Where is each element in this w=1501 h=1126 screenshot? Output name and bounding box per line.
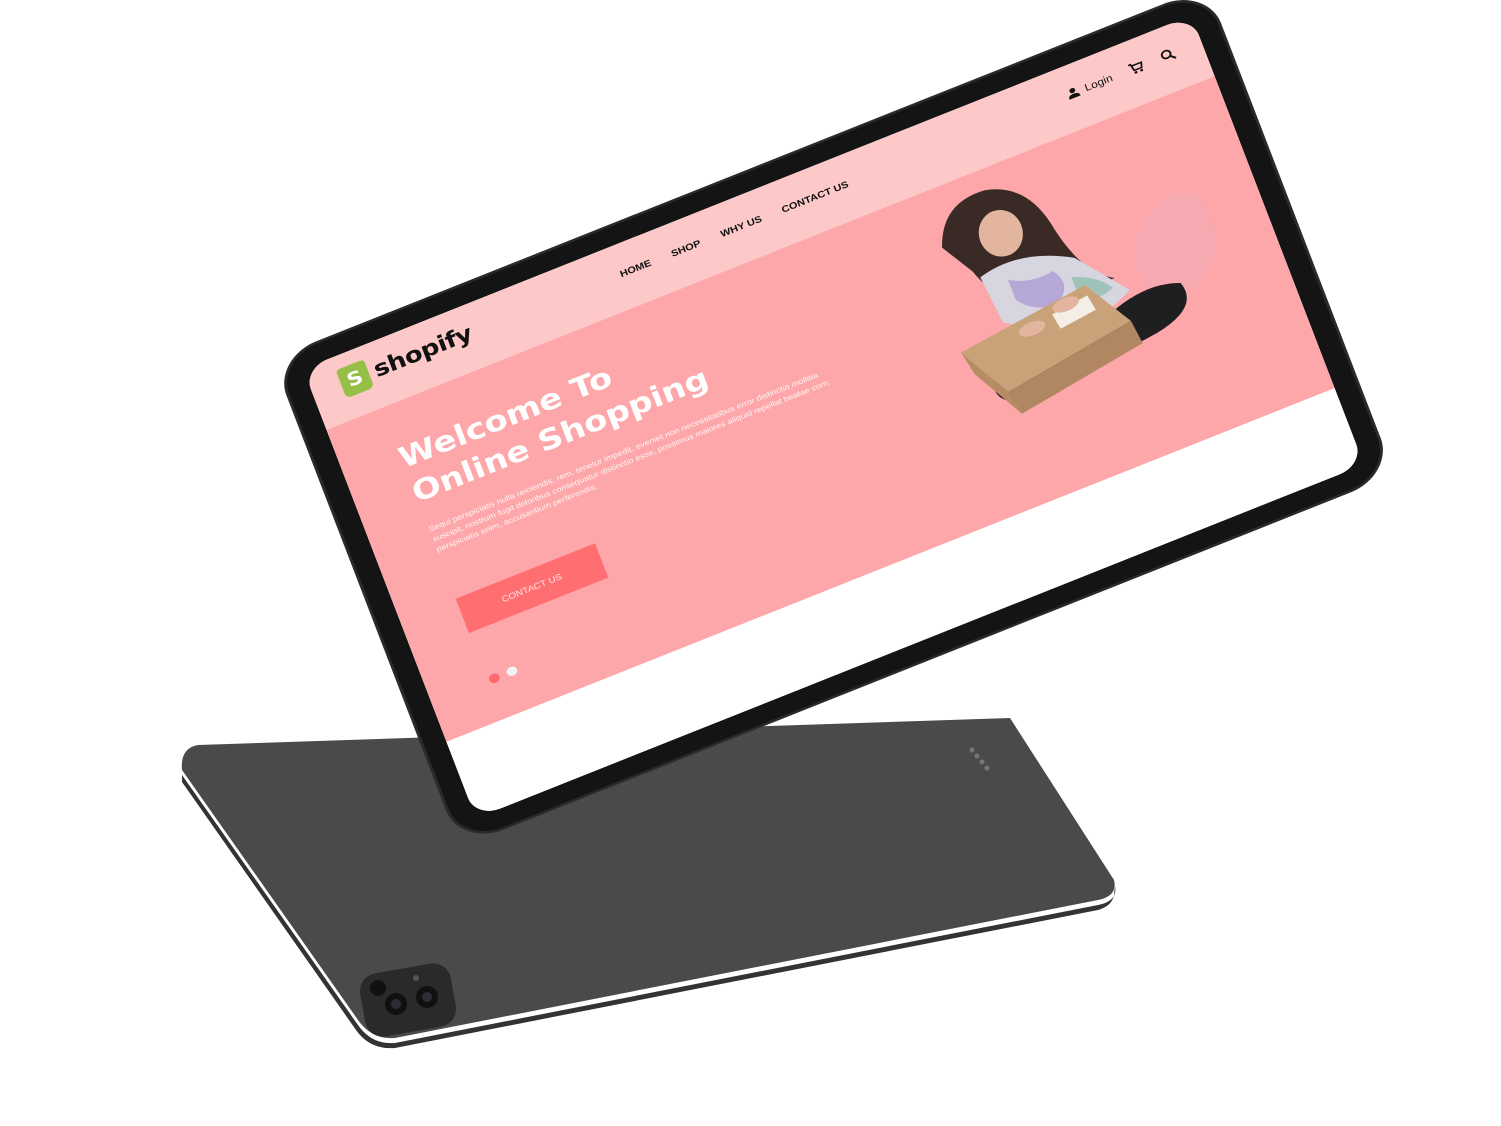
nav-shop[interactable]: SHOP	[670, 238, 703, 259]
nav-why-us[interactable]: WHY US	[719, 214, 763, 240]
login-link[interactable]: Login	[1064, 72, 1114, 101]
slider-dots	[487, 664, 519, 685]
nav-home[interactable]: HOME	[619, 258, 653, 280]
login-label: Login	[1082, 71, 1115, 94]
cart-icon[interactable]	[1127, 59, 1147, 77]
search-icon[interactable]	[1158, 46, 1178, 64]
camera-lens-icon	[370, 980, 386, 996]
device-mockup-scene: S shopify HOME SHOP WHY US CONTACT US Lo…	[0, 0, 1501, 1126]
slider-dot-1[interactable]	[487, 671, 502, 685]
user-icon	[1064, 85, 1081, 101]
contact-us-button[interactable]: CONTACT US	[455, 543, 609, 634]
shopify-bag-icon: S	[335, 359, 375, 399]
slider-dot-2[interactable]	[505, 664, 519, 678]
nav-contact-us[interactable]: CONTACT US	[780, 180, 850, 216]
